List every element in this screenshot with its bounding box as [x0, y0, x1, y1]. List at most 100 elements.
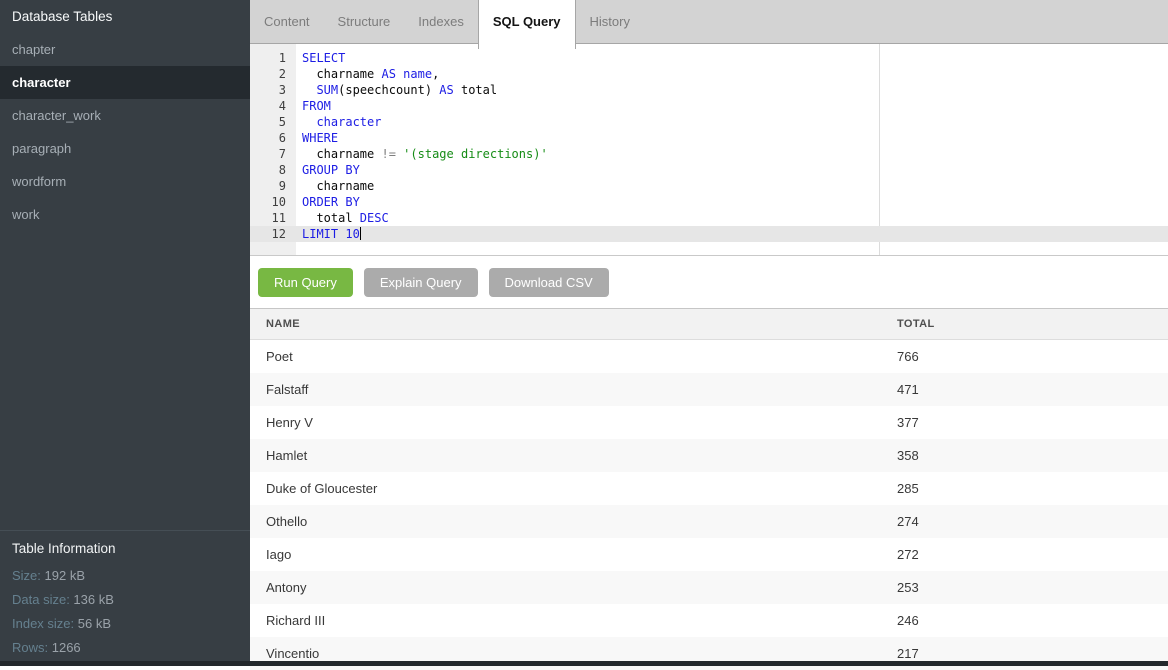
- cell-name: Vincentio: [250, 646, 897, 661]
- code-line-11[interactable]: 11 total DESC: [250, 210, 1168, 226]
- sidebar: Database Tables chaptercharactercharacte…: [0, 0, 250, 666]
- table-row[interactable]: Poet766: [250, 340, 1168, 373]
- code-text: FROM: [296, 98, 331, 114]
- sidebar-item-wordform[interactable]: wordform: [0, 165, 250, 198]
- sidebar-item-chapter[interactable]: chapter: [0, 33, 250, 66]
- code-line-9[interactable]: 9 charname: [250, 178, 1168, 194]
- tab-bar: ContentStructureIndexesSQL QueryHistory: [250, 0, 1168, 44]
- line-number: 11: [250, 210, 296, 226]
- line-number: 8: [250, 162, 296, 178]
- cell-total: 285: [897, 481, 1168, 496]
- column-header-name[interactable]: NAME: [250, 318, 897, 330]
- code-lines: 1SELECT2 charname AS name,3 SUM(speechco…: [250, 50, 1168, 242]
- sql-editor[interactable]: 1SELECT2 charname AS name,3 SUM(speechco…: [250, 44, 1168, 256]
- table-info-row: Data size: 136 kB: [12, 588, 250, 612]
- code-text: charname AS name,: [296, 66, 439, 82]
- table-information-title: Table Information: [12, 541, 250, 556]
- tab-indexes[interactable]: Indexes: [404, 0, 478, 44]
- table-info-row: Size: 192 kB: [12, 564, 250, 588]
- code-line-12[interactable]: 12 LIMIT 10: [250, 226, 1168, 242]
- line-number: 12: [250, 226, 296, 242]
- cell-total: 217: [897, 646, 1168, 661]
- table-row[interactable]: Richard III246: [250, 604, 1168, 637]
- code-text: charname: [296, 178, 374, 194]
- line-number: 4: [250, 98, 296, 114]
- code-line-6[interactable]: 6WHERE: [250, 130, 1168, 146]
- sidebar-item-paragraph[interactable]: paragraph: [0, 132, 250, 165]
- table-row[interactable]: Iago272: [250, 538, 1168, 571]
- explain-query-button[interactable]: Explain Query: [364, 268, 478, 297]
- line-number: 9: [250, 178, 296, 194]
- code-text: LIMIT 10: [296, 226, 361, 242]
- column-header-total[interactable]: TOTAL: [897, 318, 1168, 330]
- code-line-4[interactable]: 4 FROM: [250, 98, 1168, 114]
- cell-name: Othello: [250, 514, 897, 529]
- table-row[interactable]: Hamlet358: [250, 439, 1168, 472]
- tab-content[interactable]: Content: [250, 0, 324, 44]
- cell-total: 274: [897, 514, 1168, 529]
- code-line-1[interactable]: 1 SELECT: [250, 50, 1168, 66]
- code-text: total DESC: [296, 210, 389, 226]
- code-token: !=: [381, 147, 395, 161]
- code-token: total: [302, 211, 360, 225]
- line-number: 2: [250, 66, 296, 82]
- sidebar-item-character[interactable]: character: [0, 66, 250, 99]
- code-line-8[interactable]: 8 GROUP BY: [250, 162, 1168, 178]
- download-csv-button[interactable]: Download CSV: [489, 268, 609, 297]
- table-info-value: 192 kB: [45, 568, 85, 583]
- code-token: ,: [432, 67, 439, 81]
- code-token: AS: [439, 83, 453, 97]
- table-info-row: Rows: 1266: [12, 636, 250, 660]
- code-line-10[interactable]: 10ORDER BY: [250, 194, 1168, 210]
- code-token: charname: [302, 147, 381, 161]
- code-line-2[interactable]: 2 charname AS name,: [250, 66, 1168, 82]
- code-token: FROM: [302, 99, 331, 113]
- code-token: SELECT: [302, 51, 345, 65]
- code-text: character: [296, 114, 381, 130]
- tab-sql-query[interactable]: SQL Query: [478, 0, 576, 49]
- table-info-value: 56 kB: [78, 616, 111, 631]
- run-query-button[interactable]: Run Query: [258, 268, 353, 297]
- cell-total: 471: [897, 382, 1168, 397]
- code-token: '(stage directions)': [403, 147, 548, 161]
- code-token: charname: [302, 179, 374, 193]
- code-token: LIMIT 10: [302, 227, 360, 241]
- table-row[interactable]: Henry V377: [250, 406, 1168, 439]
- table-row[interactable]: Othello274: [250, 505, 1168, 538]
- cell-total: 253: [897, 580, 1168, 595]
- tab-structure[interactable]: Structure: [324, 0, 405, 44]
- table-row[interactable]: Falstaff471: [250, 373, 1168, 406]
- table-row[interactable]: Duke of Gloucester285: [250, 472, 1168, 505]
- text-cursor: [360, 227, 361, 240]
- code-token: SUM: [316, 83, 338, 97]
- table-list: chaptercharactercharacter_workparagraphw…: [0, 33, 250, 231]
- table-info-label: Size:: [12, 568, 45, 583]
- cell-total: 358: [897, 448, 1168, 463]
- table-info-value: 136 kB: [73, 592, 113, 607]
- sidebar-item-character_work[interactable]: character_work: [0, 99, 250, 132]
- code-line-3[interactable]: 3 SUM(speechcount) AS total: [250, 82, 1168, 98]
- sidebar-item-work[interactable]: work: [0, 198, 250, 231]
- cell-total: 272: [897, 547, 1168, 562]
- code-line-7[interactable]: 7 charname != '(stage directions)': [250, 146, 1168, 162]
- cell-name: Antony: [250, 580, 897, 595]
- code-token: character: [316, 115, 381, 129]
- results-header-row: NAME TOTAL: [250, 309, 1168, 340]
- code-text: SUM(speechcount) AS total: [296, 82, 497, 98]
- table-info-label: Rows:: [12, 640, 52, 655]
- cell-name: Poet: [250, 349, 897, 364]
- code-token: GROUP BY: [302, 163, 360, 177]
- code-token: ORDER BY: [302, 195, 360, 209]
- line-number: 1: [250, 50, 296, 66]
- bottom-bar: [0, 661, 1168, 666]
- table-info-value: 1266: [52, 640, 81, 655]
- results-rows: Poet766Falstaff471Henry V377Hamlet358Duk…: [250, 340, 1168, 670]
- code-line-5[interactable]: 5 character: [250, 114, 1168, 130]
- table-row[interactable]: Antony253: [250, 571, 1168, 604]
- table-information-rows: Size: 192 kBData size: 136 kBIndex size:…: [12, 564, 250, 660]
- code-token: [302, 115, 316, 129]
- results-table: NAME TOTAL Poet766Falstaff471Henry V377H…: [250, 308, 1168, 670]
- code-token: DESC: [360, 211, 389, 225]
- tab-history[interactable]: History: [576, 0, 644, 44]
- code-text: GROUP BY: [296, 162, 360, 178]
